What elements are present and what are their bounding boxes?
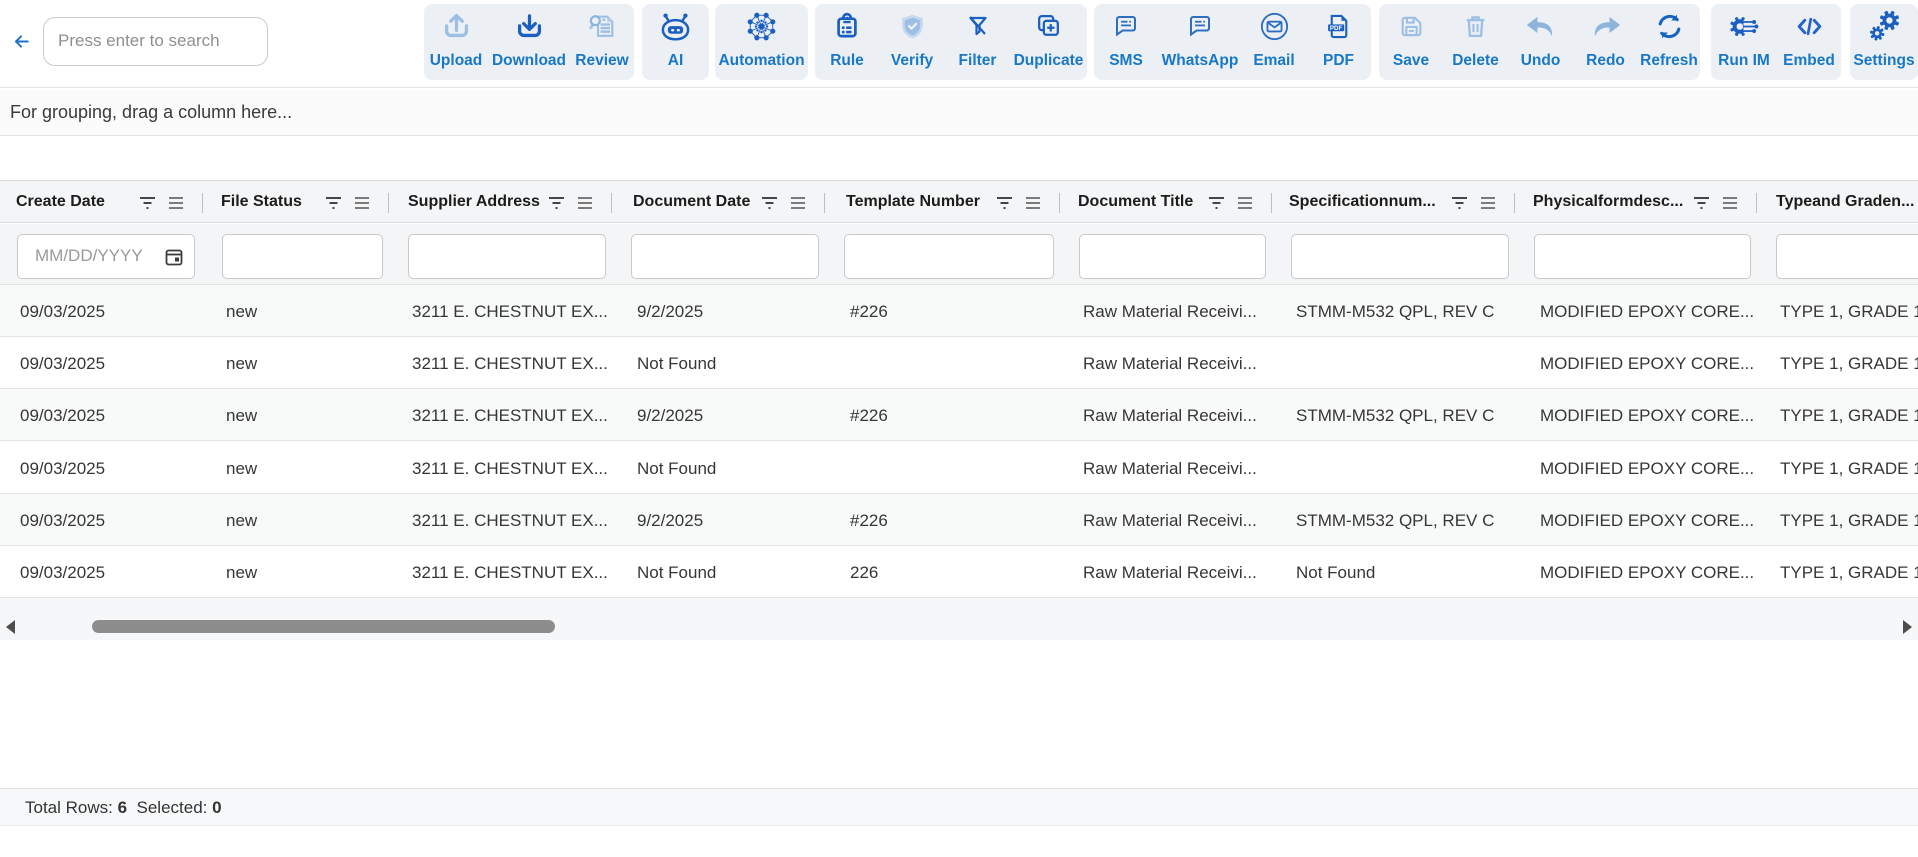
svg-text:PDF: PDF xyxy=(1330,24,1343,31)
